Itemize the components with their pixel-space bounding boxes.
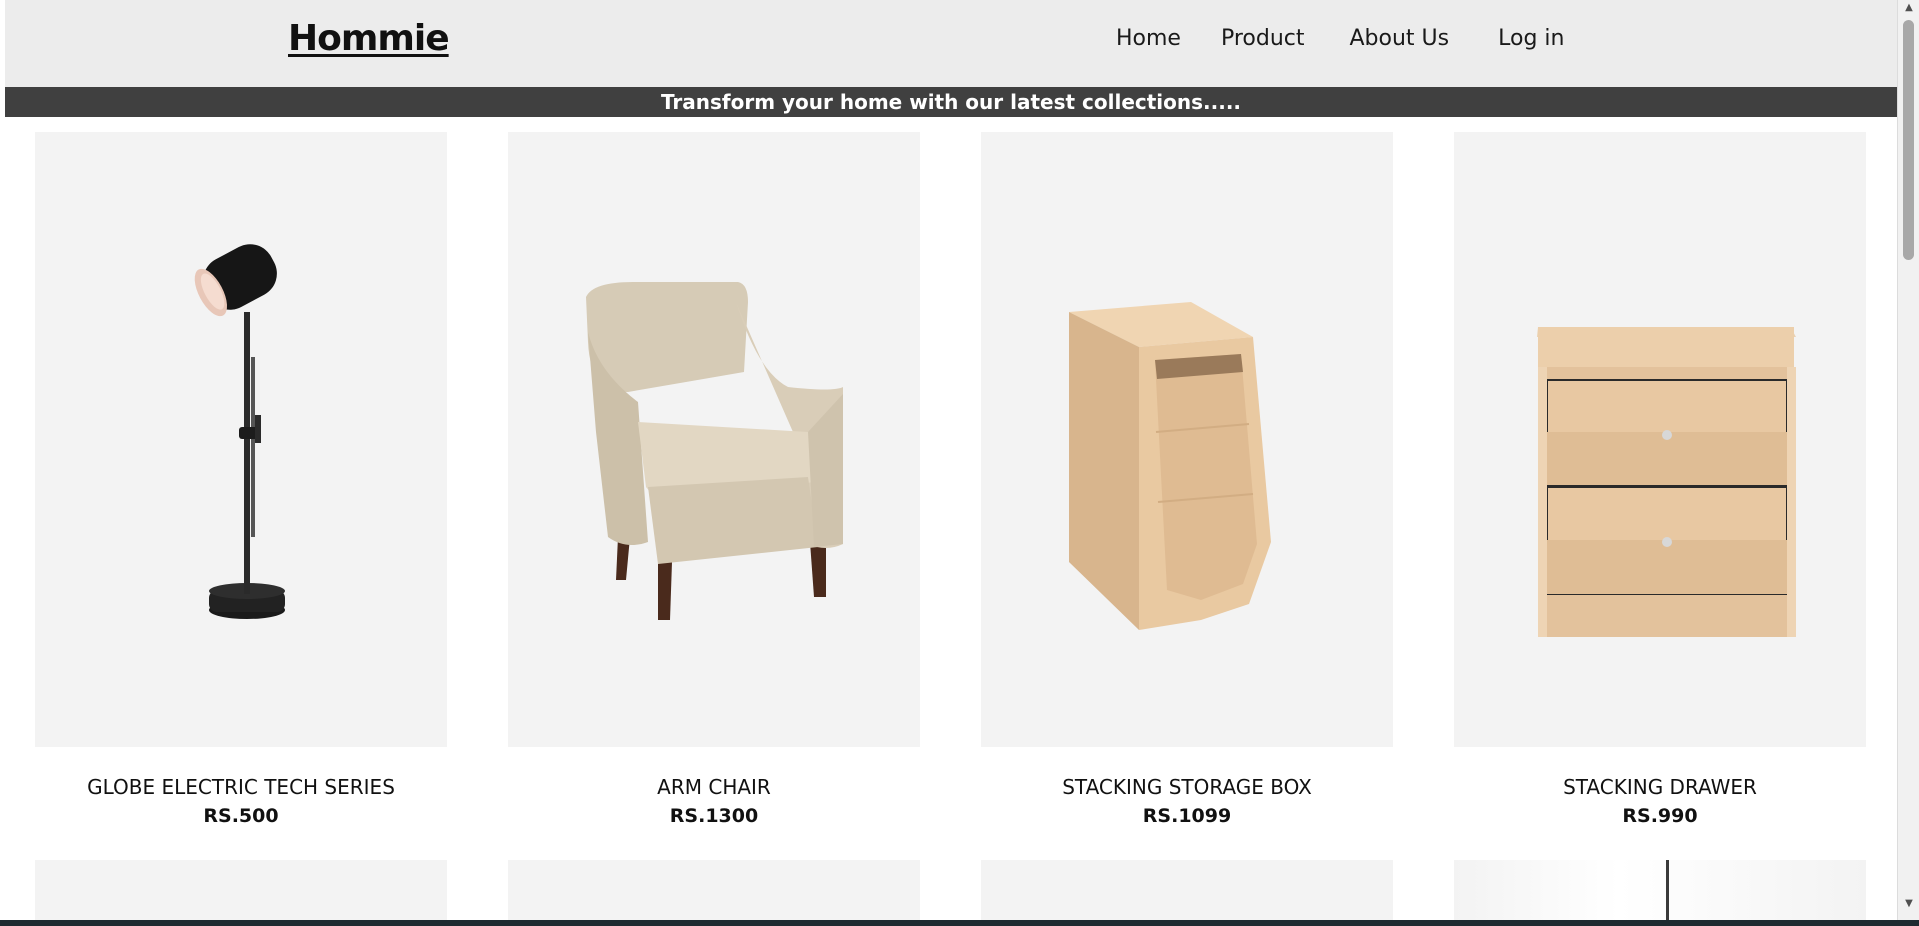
nav-log-in[interactable]: Log in <box>1498 26 1564 51</box>
storage-box-icon <box>1069 302 1271 630</box>
desk-lamp-icon <box>194 244 285 619</box>
brand-logo[interactable]: Hommie <box>288 18 450 59</box>
nav-home[interactable]: Home <box>1116 26 1181 51</box>
browser-viewport: Hommie Home Product About Us Log in Tran… <box>0 0 1919 926</box>
product-image-partial[interactable] <box>508 860 920 920</box>
armchair-icon <box>586 282 843 620</box>
nav-product[interactable]: Product <box>1221 26 1305 51</box>
product-price: RS.990 <box>1622 805 1698 827</box>
drawer-icon <box>1537 327 1796 637</box>
product-image[interactable] <box>35 132 447 747</box>
product-image[interactable] <box>981 132 1393 747</box>
scroll-thumb[interactable] <box>1903 20 1914 260</box>
product-name[interactable]: ARM CHAIR <box>508 775 920 799</box>
vertical-scrollbar[interactable]: ▲ ▼ <box>1897 0 1919 926</box>
product-price: RS.500 <box>203 805 279 827</box>
promo-banner: Transform your home with our latest coll… <box>5 87 1897 117</box>
product-price: RS.1099 <box>1142 805 1232 827</box>
window-bottom-edge <box>0 920 1919 926</box>
page: Hommie Home Product About Us Log in Tran… <box>5 0 1897 926</box>
nav-about-us[interactable]: About Us <box>1350 26 1450 51</box>
main-nav: Home Product About Us Log in <box>1116 26 1564 51</box>
product-image-partial[interactable] <box>35 860 447 920</box>
scroll-up-icon[interactable]: ▲ <box>1898 0 1919 16</box>
product-image-partial[interactable] <box>981 860 1393 920</box>
site-header: Hommie Home Product About Us Log in <box>5 0 1897 87</box>
scroll-down-icon[interactable]: ▼ <box>1898 896 1919 912</box>
product-image-partial[interactable] <box>1454 860 1866 920</box>
product-name[interactable]: GLOBE ELECTRIC TECH SERIES <box>35 775 447 799</box>
product-name[interactable]: STACKING STORAGE BOX <box>981 775 1393 799</box>
product-image[interactable] <box>1454 132 1866 747</box>
product-image[interactable] <box>508 132 920 747</box>
product-name[interactable]: STACKING DRAWER <box>1454 775 1866 799</box>
lamp-pole-partial <box>1666 860 1669 920</box>
product-price: RS.1300 <box>669 805 759 827</box>
